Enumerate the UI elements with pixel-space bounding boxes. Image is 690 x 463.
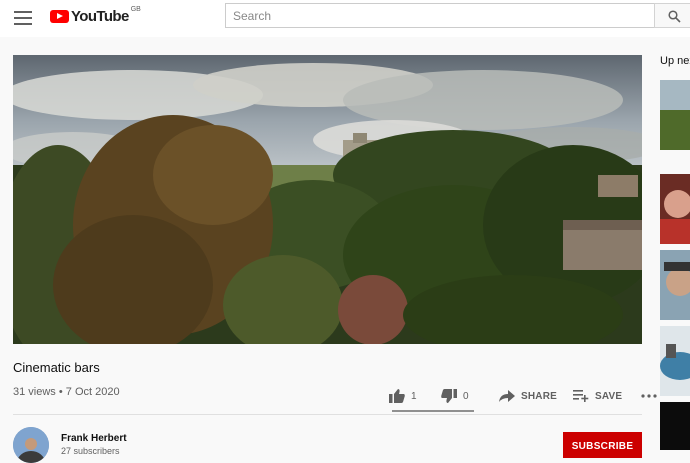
video-player[interactable] xyxy=(13,55,642,344)
logo-country-code: GB xyxy=(130,6,141,13)
thumbs-down-icon xyxy=(441,389,457,403)
divider xyxy=(13,414,642,415)
meta-separator: • xyxy=(58,386,66,398)
like-button[interactable]: 1 xyxy=(389,383,429,409)
search-input[interactable] xyxy=(225,3,655,28)
menu-icon[interactable] xyxy=(14,11,32,25)
video-frame xyxy=(13,55,642,344)
add-to-playlist-icon xyxy=(573,390,589,402)
up-next-thumbnail[interactable] xyxy=(660,402,690,450)
channel-avatar[interactable] xyxy=(13,427,49,463)
youtube-logo[interactable]: YouTube GB xyxy=(50,6,141,25)
view-count: 31 views xyxy=(13,386,56,398)
share-icon xyxy=(499,390,515,402)
up-next-thumbnail[interactable] xyxy=(660,250,690,320)
up-next-thumbnail[interactable] xyxy=(660,326,690,396)
dislike-button[interactable]: 0 xyxy=(441,383,489,409)
share-label: SHARE xyxy=(521,390,558,402)
like-count: 1 xyxy=(411,390,417,402)
thumbnail-image xyxy=(660,174,690,244)
up-next-heading: Up next xyxy=(660,55,690,67)
youtube-play-icon xyxy=(50,10,69,23)
thumbnail-image xyxy=(660,80,690,150)
subscribe-button[interactable]: SUBSCRIBE xyxy=(563,432,642,458)
up-next-thumbnail[interactable] xyxy=(660,174,690,244)
more-horiz-icon xyxy=(641,394,657,398)
search-icon xyxy=(668,10,681,23)
upload-date: 7 Oct 2020 xyxy=(65,386,120,398)
masthead: YouTube GB xyxy=(0,0,690,37)
video-meta: 31 views • 7 Oct 2020 xyxy=(13,386,120,398)
thumbnail-image xyxy=(660,402,690,450)
up-next-sidebar: Up next xyxy=(660,50,690,450)
subscriber-count: 27 subscribers xyxy=(61,446,120,456)
thumbnail-image xyxy=(660,326,690,396)
thumbnail-image xyxy=(660,250,690,320)
save-label: SAVE xyxy=(595,390,623,402)
logo-text: YouTube xyxy=(71,8,129,25)
avatar-image xyxy=(13,427,49,463)
sentiment-bar xyxy=(392,410,474,412)
share-button[interactable]: SHARE xyxy=(499,383,565,409)
search-button[interactable] xyxy=(654,3,690,28)
video-actions: 1 0 SHARE SAVE xyxy=(389,383,663,409)
save-button[interactable]: SAVE xyxy=(573,383,631,409)
dislike-count: 0 xyxy=(463,390,469,402)
channel-name[interactable]: Frank Herbert xyxy=(61,433,127,444)
thumbs-up-icon xyxy=(389,389,405,403)
video-title: Cinematic bars xyxy=(13,360,100,375)
up-next-thumbnail[interactable] xyxy=(660,80,690,150)
